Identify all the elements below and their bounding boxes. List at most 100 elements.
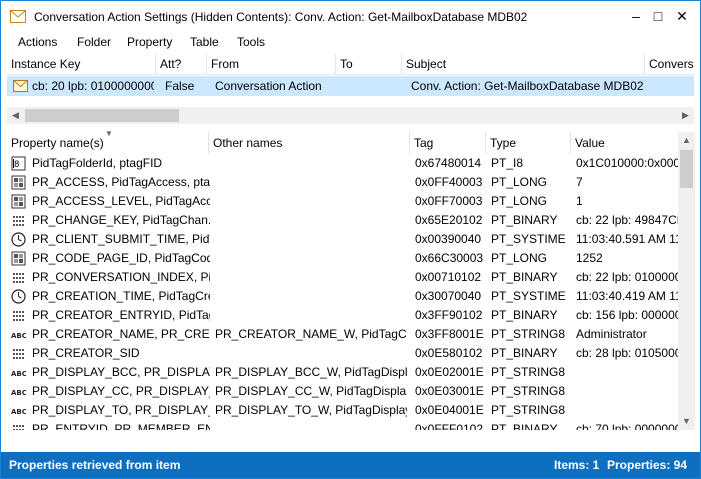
table-row[interactable]: PR_CONVERSATION_INDEX, Pid... 0x00710102 P…: [7, 268, 678, 287]
type-cell: PT_STRING8: [491, 365, 566, 379]
table-row[interactable]: cb: 20 lpb: 0100000000... False Conversa…: [7, 76, 694, 96]
status-message: Properties retrieved from item: [9, 458, 181, 472]
title-bar[interactable]: Conversation Action Settings (Hidden Con…: [1, 1, 700, 31]
table-row[interactable]: PR_ACCESS_LEVEL, PidTagAcce... 0x0FF70003…: [7, 192, 678, 211]
clock-icon: [11, 289, 26, 304]
type-cell: PT_BINARY: [491, 422, 558, 430]
value-cell: [576, 363, 678, 382]
svg-text:ABC: ABC: [11, 332, 26, 340]
contents-table-header: Instance Key Att? From To Subject Conver…: [7, 54, 694, 75]
menu-tools[interactable]: Tools: [237, 35, 265, 49]
value-cell: [576, 382, 678, 401]
value-cell: cb: 70 lpb: 0000000: [576, 422, 678, 430]
column-other-names[interactable]: Other names: [209, 132, 410, 154]
other-names-cell: [215, 211, 407, 230]
long-type-icon: [11, 251, 26, 266]
string-type-icon: ABC: [11, 403, 27, 418]
long-type-icon: [11, 194, 26, 209]
column-tag[interactable]: Tag: [410, 132, 486, 154]
horizontal-scrollbar[interactable]: ◀ ▶: [7, 107, 694, 124]
type-cell: PT_STRING8: [491, 384, 566, 398]
tag-cell: 0x3FF90102: [415, 308, 483, 322]
table-row[interactable]: ABC PR_DISPLAY_CC, PR_DISPLAY_C... PR_DISP…: [7, 382, 678, 401]
type-cell: PT_STRING8: [491, 403, 566, 417]
tag-cell: 0x00390040: [415, 232, 482, 246]
table-row[interactable]: PR_ENTRYID, PR_MEMBER_ENT... 0x0FFF0102 PT…: [7, 420, 678, 430]
main-window: Conversation Action Settings (Hidden Con…: [0, 0, 701, 479]
status-bar: Properties retrieved from item Items: 1 …: [1, 452, 700, 478]
menu-property[interactable]: Property: [127, 35, 172, 49]
column-value[interactable]: Value: [571, 132, 678, 154]
property-name-cell: PidTagFolderId, ptagFID: [32, 156, 163, 170]
column-type[interactable]: Type: [486, 132, 571, 154]
properties-table-header: Property name(s) Other names Tag Type Va…: [7, 132, 678, 154]
type-cell: PT_LONG: [491, 175, 548, 189]
other-names-cell: [215, 344, 407, 363]
scroll-up-icon[interactable]: ▲: [678, 132, 695, 149]
other-names-cell: [215, 230, 407, 249]
value-cell: 1252: [576, 251, 603, 265]
table-row[interactable]: PR_CLIENT_SUBMIT_TIME, PidT... 0x00390040…: [7, 230, 678, 249]
window-title: Conversation Action Settings (Hidden Con…: [34, 10, 528, 24]
table-row[interactable]: PR_ACCESS, PidTagAccess, pta... 0x0FF4000…: [7, 173, 678, 192]
other-names-cell: PR_DISPLAY_TO_W, PidTagDisplay...: [215, 403, 407, 417]
property-name-cell: PR_CREATOR_SID: [32, 346, 140, 360]
column-property-name[interactable]: Property name(s): [7, 132, 209, 154]
column-att[interactable]: Att?: [156, 54, 207, 75]
value-cell: 7: [576, 175, 583, 189]
type-cell: PT_LONG: [491, 194, 548, 208]
long-type-icon: [11, 175, 26, 190]
tag-cell: 0x65E20102: [415, 213, 483, 227]
scroll-left-icon[interactable]: ◀: [7, 107, 24, 124]
column-instance-key[interactable]: Instance Key: [7, 54, 156, 75]
other-names-cell: [215, 287, 407, 306]
property-name-cell: PR_CREATOR_ENTRYID, PidTag...: [32, 308, 210, 322]
maximize-button[interactable]: □: [647, 6, 669, 26]
scroll-right-icon[interactable]: ▶: [677, 107, 694, 124]
close-button[interactable]: ✕: [671, 6, 693, 26]
table-row[interactable]: ABC PR_DISPLAY_TO, PR_DISPLAY_T... PR_DISP…: [7, 401, 678, 420]
table-row[interactable]: PR_CHANGE_KEY, PidTagChan... 0x65E20102 PT…: [7, 211, 678, 230]
minimize-button[interactable]: –: [625, 6, 647, 26]
scroll-down-icon[interactable]: ▼: [678, 413, 695, 430]
menu-table[interactable]: Table: [190, 35, 219, 49]
clock-icon: [11, 232, 26, 247]
table-row[interactable]: 8 PidTagFolderId, ptagFID 0x67480014 PT_I8 0…: [7, 154, 678, 173]
table-row[interactable]: PR_CREATION_TIME, PidTagCre... 0x30070040…: [7, 287, 678, 306]
from-cell: Conversation Action: [215, 79, 322, 93]
tag-cell: 0x3FF8001E: [415, 327, 484, 341]
other-names-cell: PR_CREATOR_NAME_W, PidTagCr...: [215, 327, 407, 341]
table-row[interactable]: ABC PR_CREATOR_NAME, PR_CREA... PR_CREATOR…: [7, 325, 678, 344]
to-cell: [340, 76, 400, 96]
other-names-cell: PR_DISPLAY_BCC_W, PidTagDispl...: [215, 365, 407, 379]
string-type-icon: ABC: [11, 327, 27, 342]
vertical-scrollbar[interactable]: ▲ ▼: [678, 132, 695, 430]
property-name-cell: PR_DISPLAY_CC, PR_DISPLAY_C...: [32, 384, 210, 398]
properties-list: 8 PidTagFolderId, ptagFID 0x67480014 PT_I8 0…: [7, 154, 678, 430]
tag-cell: 0x0FF40003: [415, 175, 483, 189]
binary-type-icon: [11, 308, 26, 323]
value-cell: 1: [576, 194, 583, 208]
value-cell: cb: 22 lpb: 01000000: [576, 270, 678, 284]
property-name-cell: PR_CLIENT_SUBMIT_TIME, PidT...: [32, 232, 210, 246]
table-row[interactable]: PR_CREATOR_ENTRYID, PidTag... 0x3FF90102 P…: [7, 306, 678, 325]
menu-bar: Actions Folder Property Table Tools: [1, 32, 700, 52]
menu-actions[interactable]: Actions: [18, 35, 57, 49]
table-row[interactable]: ABC PR_DISPLAY_BCC, PR_DISPLAY_... PR_DISP…: [7, 363, 678, 382]
binary-type-icon: [11, 346, 26, 361]
type-cell: PT_I8: [491, 156, 524, 170]
value-cell: cb: 22 lpb: 49847CF: [576, 213, 678, 227]
column-to[interactable]: To: [336, 54, 402, 75]
tag-cell: 0x30070040: [415, 289, 482, 303]
scroll-thumb[interactable]: [680, 150, 693, 188]
value-cell: 0x1C010000:0x00000: [576, 156, 678, 170]
column-from[interactable]: From: [207, 54, 336, 75]
column-conversation[interactable]: Conversa: [645, 54, 694, 75]
table-row[interactable]: PR_CREATOR_SID 0x0E580102 PT_BINARY cb: 28 …: [7, 344, 678, 363]
value-cell: cb: 156 lpb: 000000: [576, 308, 678, 322]
other-names-cell: [215, 173, 407, 192]
scroll-thumb[interactable]: [25, 109, 179, 122]
menu-folder[interactable]: Folder: [77, 35, 111, 49]
table-row[interactable]: PR_CODE_PAGE_ID, PidTagCod... 0x66C30003 P…: [7, 249, 678, 268]
column-subject[interactable]: Subject: [402, 54, 645, 75]
